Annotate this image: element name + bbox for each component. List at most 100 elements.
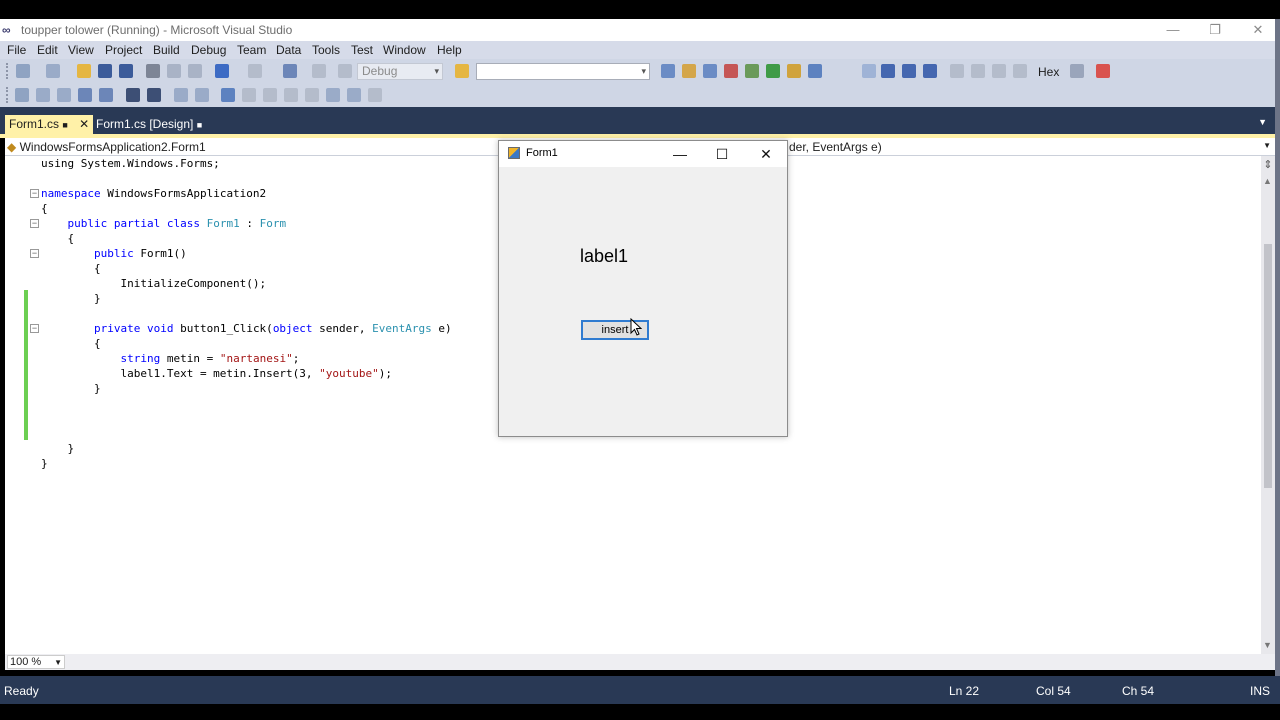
code-line[interactable]: { [41, 201, 452, 216]
tab-list-dropdown-icon[interactable]: ▼ [1258, 117, 1267, 127]
new-project-icon[interactable] [16, 64, 30, 78]
menu-file[interactable]: File [7, 43, 26, 57]
tab-form1-design[interactable]: Form1.cs [Design] ■ [92, 115, 206, 134]
code-line[interactable] [41, 396, 452, 411]
save-all-icon[interactable] [119, 64, 133, 78]
code-line[interactable]: label1.Text = metin.Insert(3, "youtube")… [41, 366, 452, 381]
collapse-constructor-icon[interactable]: − [30, 249, 39, 258]
align-rights-icon[interactable] [78, 88, 92, 102]
navigate-backward-icon[interactable] [283, 64, 297, 78]
toolbar-grip[interactable] [6, 87, 9, 103]
make-same-height-icon[interactable] [147, 88, 161, 102]
align-tops-icon[interactable] [99, 88, 113, 102]
vertical-scrollbar[interactable]: ▲ ▼ [1261, 156, 1275, 654]
code-line[interactable] [41, 171, 452, 186]
properties-icon[interactable] [682, 64, 696, 78]
code-line[interactable]: } [41, 441, 452, 456]
menu-team[interactable]: Team [237, 43, 266, 57]
start-debugging-icon[interactable] [338, 64, 352, 78]
threads-icon[interactable] [1070, 64, 1084, 78]
menu-debug[interactable]: Debug [191, 43, 226, 57]
code-line[interactable]: namespace WindowsFormsApplication2 [41, 186, 452, 201]
align-to-grid-icon[interactable] [15, 88, 29, 102]
start-page-icon[interactable] [766, 64, 780, 78]
extension-manager-icon[interactable] [745, 64, 759, 78]
menu-data[interactable]: Data [276, 43, 301, 57]
code-line[interactable]: { [41, 261, 452, 276]
bring-to-front-icon[interactable] [263, 88, 277, 102]
align-lefts-icon[interactable] [36, 88, 50, 102]
toolbar-grip[interactable] [6, 63, 9, 79]
tab-form1-cs[interactable]: Form1.cs ■ ✕ [5, 115, 94, 134]
size-to-grid-icon[interactable] [347, 88, 361, 102]
horizontal-spacing-icon[interactable] [174, 88, 188, 102]
break-all-icon[interactable] [881, 64, 895, 78]
breakpoints-icon[interactable] [1096, 64, 1110, 78]
minimize-button[interactable]: — [1153, 20, 1193, 40]
code-line[interactable]: { [41, 336, 452, 351]
chevron-down-icon[interactable]: ▼ [1263, 141, 1271, 150]
find-combo[interactable]: ▾ [476, 63, 650, 80]
add-item-icon[interactable] [46, 64, 60, 78]
show-next-statement-icon[interactable] [950, 64, 964, 78]
close-tab-icon[interactable]: ✕ [79, 117, 89, 131]
split-window-icon[interactable]: ⇕ [1262, 158, 1274, 174]
scrollbar-thumb[interactable] [1264, 244, 1272, 488]
cut-icon[interactable] [146, 64, 160, 78]
tab-order-icon[interactable] [305, 88, 319, 102]
type-dropdown[interactable]: ◆ WindowsFormsApplication2.Form1 [7, 140, 206, 154]
code-line[interactable]: public partial class Form1 : Form [41, 216, 452, 231]
center-vertically-icon[interactable] [242, 88, 256, 102]
step-into-icon[interactable] [971, 64, 985, 78]
align-centers-icon[interactable] [57, 88, 71, 102]
collapse-class-icon[interactable]: − [30, 219, 39, 228]
form-close-button[interactable]: ✕ [751, 144, 781, 164]
menu-edit[interactable]: Edit [37, 43, 58, 57]
form1-window[interactable]: Form1 — ☐ ✕ label1 insert [498, 140, 788, 437]
restore-button[interactable]: ❐ [1195, 20, 1235, 40]
send-to-back-icon[interactable] [284, 88, 298, 102]
restart-icon[interactable] [923, 64, 937, 78]
open-file-icon[interactable] [77, 64, 91, 78]
solution-explorer-icon[interactable] [661, 64, 675, 78]
menu-test[interactable]: Test [351, 43, 373, 57]
scroll-up-icon[interactable]: ▲ [1263, 176, 1272, 186]
zoom-select[interactable]: 100 % ▼ [7, 655, 65, 669]
command-window-icon[interactable] [787, 64, 801, 78]
form1-title-bar[interactable]: Form1 — ☐ ✕ [499, 141, 787, 167]
form-maximize-button[interactable]: ☐ [707, 144, 737, 164]
code-line[interactable]: using System.Windows.Forms; [41, 156, 452, 171]
collapse-namespace-icon[interactable]: − [30, 189, 39, 198]
toolbox-icon[interactable] [724, 64, 738, 78]
code-line[interactable]: string metin = "nartanesi"; [41, 351, 452, 366]
code-line[interactable]: } [41, 291, 452, 306]
redo-icon[interactable] [248, 64, 262, 78]
code-line[interactable] [41, 426, 452, 441]
copy-icon[interactable] [167, 64, 181, 78]
menu-build[interactable]: Build [153, 43, 180, 57]
paste-icon[interactable] [188, 64, 202, 78]
code-line[interactable]: } [41, 456, 452, 471]
undo-icon[interactable] [215, 64, 229, 78]
menu-view[interactable]: View [68, 43, 94, 57]
menu-tools[interactable]: Tools [312, 43, 340, 57]
menu-window[interactable]: Window [383, 43, 426, 57]
step-over-icon[interactable] [992, 64, 1006, 78]
horizontal-scrollbar[interactable]: 100 % ▼ [5, 654, 1275, 670]
stop-debugging-icon[interactable] [902, 64, 916, 78]
step-out-icon[interactable] [1013, 64, 1027, 78]
code-line[interactable]: private void button1_Click(object sender… [41, 321, 452, 336]
find-in-files-icon[interactable] [455, 64, 469, 78]
close-button[interactable]: ✕ [1238, 20, 1278, 40]
code-line[interactable]: } [41, 381, 452, 396]
collapse-method-icon[interactable]: − [30, 324, 39, 333]
code-line[interactable] [41, 411, 452, 426]
form-minimize-button[interactable]: — [665, 144, 695, 164]
save-icon[interactable] [98, 64, 112, 78]
center-horizontally-icon[interactable] [221, 88, 235, 102]
scroll-down-icon[interactable]: ▼ [1263, 640, 1272, 650]
code-line[interactable] [41, 306, 452, 321]
object-browser-icon[interactable] [703, 64, 717, 78]
hex-toggle[interactable]: Hex [1038, 65, 1059, 79]
layout-icon[interactable] [808, 64, 822, 78]
